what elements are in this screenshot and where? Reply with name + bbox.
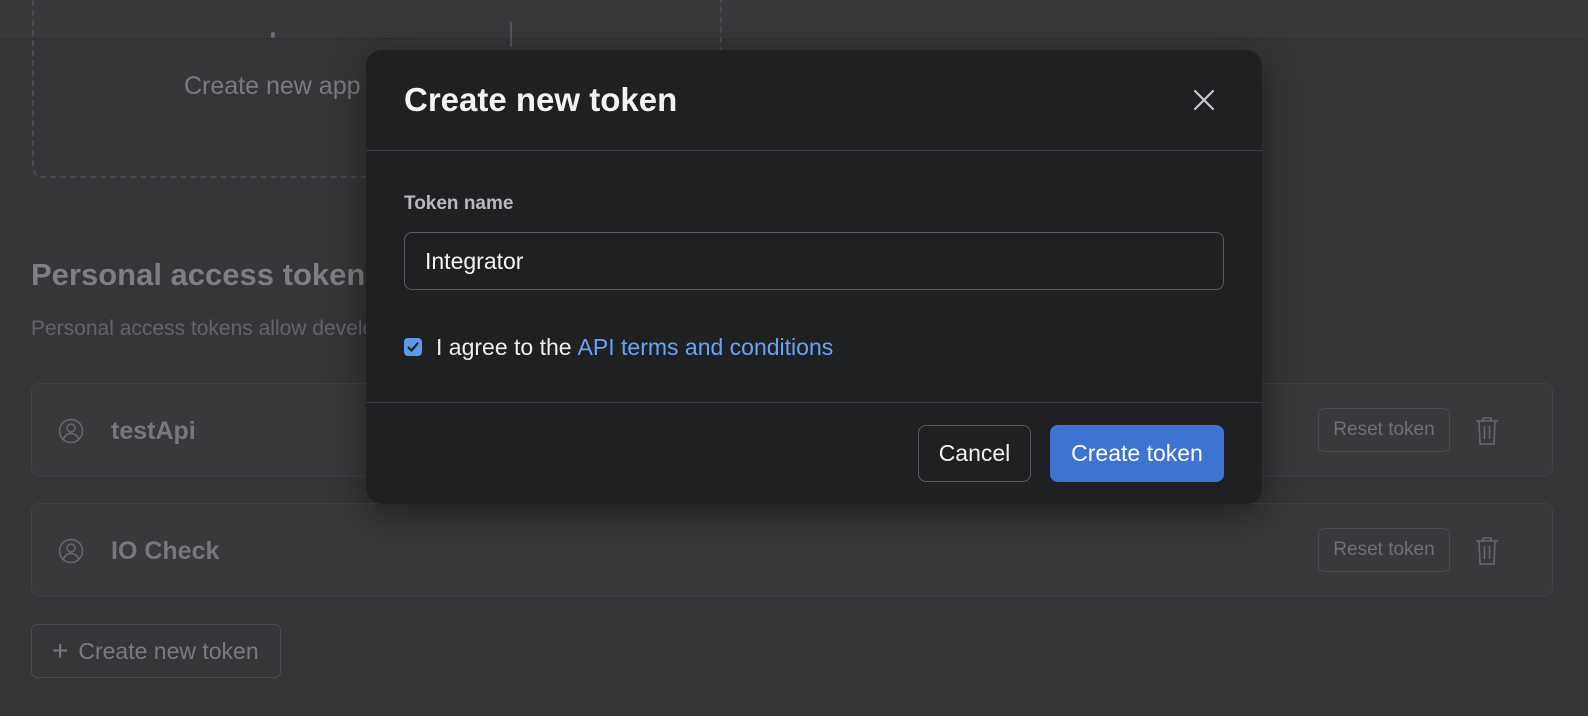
terms-agreement: I agree to the API terms and conditions <box>404 330 833 364</box>
section-description: Personal access tokens allow developers <box>31 317 416 340</box>
create-app-text: Create new app <box>184 72 361 100</box>
token-name-input[interactable] <box>404 232 1224 290</box>
modal-header: Create new token <box>366 50 1262 151</box>
cancel-button[interactable]: Cancel <box>918 425 1031 482</box>
terms-text: I agree to the <box>436 333 572 360</box>
close-button[interactable] <box>1186 82 1222 118</box>
reset-token-button[interactable]: Reset token <box>1318 408 1450 452</box>
trash-icon[interactable] <box>1474 416 1500 446</box>
trash-icon[interactable] <box>1474 536 1500 566</box>
terms-link[interactable]: API terms and conditions <box>578 334 834 361</box>
plus-icon: + <box>52 635 69 666</box>
section-title: Personal access tokens <box>31 257 383 292</box>
create-new-token-label: Create new token <box>78 637 259 664</box>
user-circle-icon <box>58 418 84 444</box>
token-name: testApi <box>111 417 196 445</box>
create-new-token-button[interactable]: + Create new token <box>31 624 281 678</box>
modal-title: Create new token <box>404 81 678 118</box>
create-token-button[interactable]: Create token <box>1050 425 1224 482</box>
close-icon <box>1193 89 1215 111</box>
terms-checkbox[interactable] <box>404 338 422 356</box>
app-icon <box>271 32 275 38</box>
token-name-label: Token name <box>404 193 514 214</box>
app-card-divider <box>510 22 512 47</box>
create-token-modal: Create new token Token name I agree to t… <box>366 50 1262 504</box>
modal-footer: Cancel Create token <box>366 402 1262 504</box>
token-name: IO Check <box>111 537 220 565</box>
check-icon <box>407 342 419 352</box>
token-row: IO Check Reset token <box>31 503 1553 597</box>
user-circle-icon <box>58 538 84 564</box>
reset-token-button[interactable]: Reset token <box>1318 528 1450 572</box>
